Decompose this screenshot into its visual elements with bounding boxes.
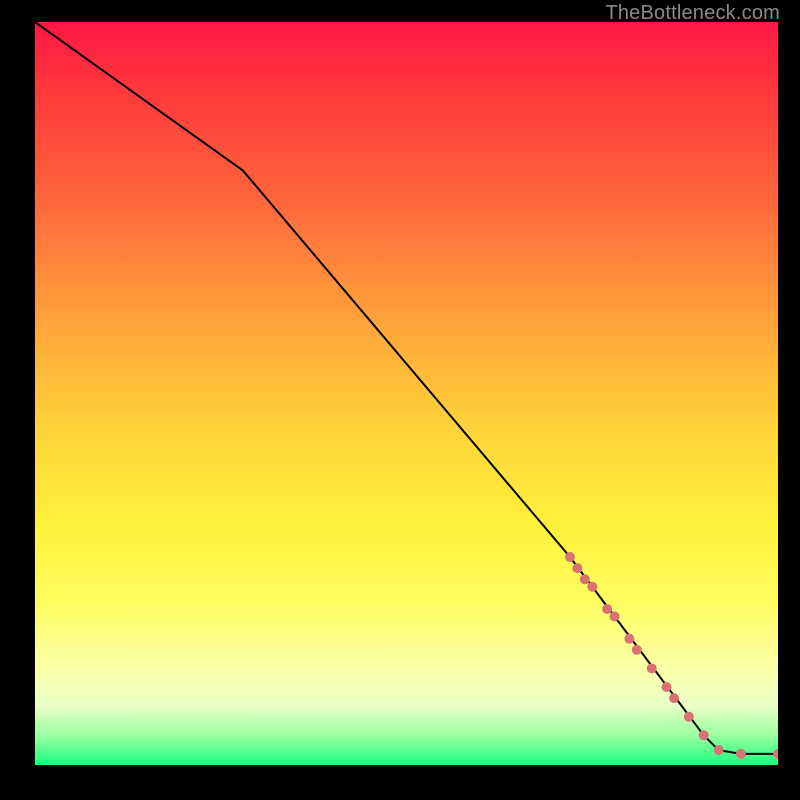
- data-point: [610, 611, 620, 621]
- data-point: [572, 563, 582, 573]
- chart-overlay: [35, 22, 778, 765]
- marker-group: [565, 552, 778, 759]
- data-point: [699, 730, 709, 740]
- data-point: [587, 582, 597, 592]
- data-point: [580, 574, 590, 584]
- data-point: [565, 552, 575, 562]
- data-point: [684, 712, 694, 722]
- data-point: [602, 604, 612, 614]
- chart-frame: TheBottleneck.com: [0, 0, 800, 800]
- bottleneck-curve: [35, 22, 778, 754]
- data-point: [647, 663, 657, 673]
- data-point: [736, 749, 746, 759]
- data-point: [624, 634, 634, 644]
- plot-area: [35, 22, 778, 765]
- data-point: [632, 645, 642, 655]
- data-point: [714, 745, 724, 755]
- data-point: [669, 693, 679, 703]
- data-point: [773, 749, 778, 759]
- data-point: [662, 682, 672, 692]
